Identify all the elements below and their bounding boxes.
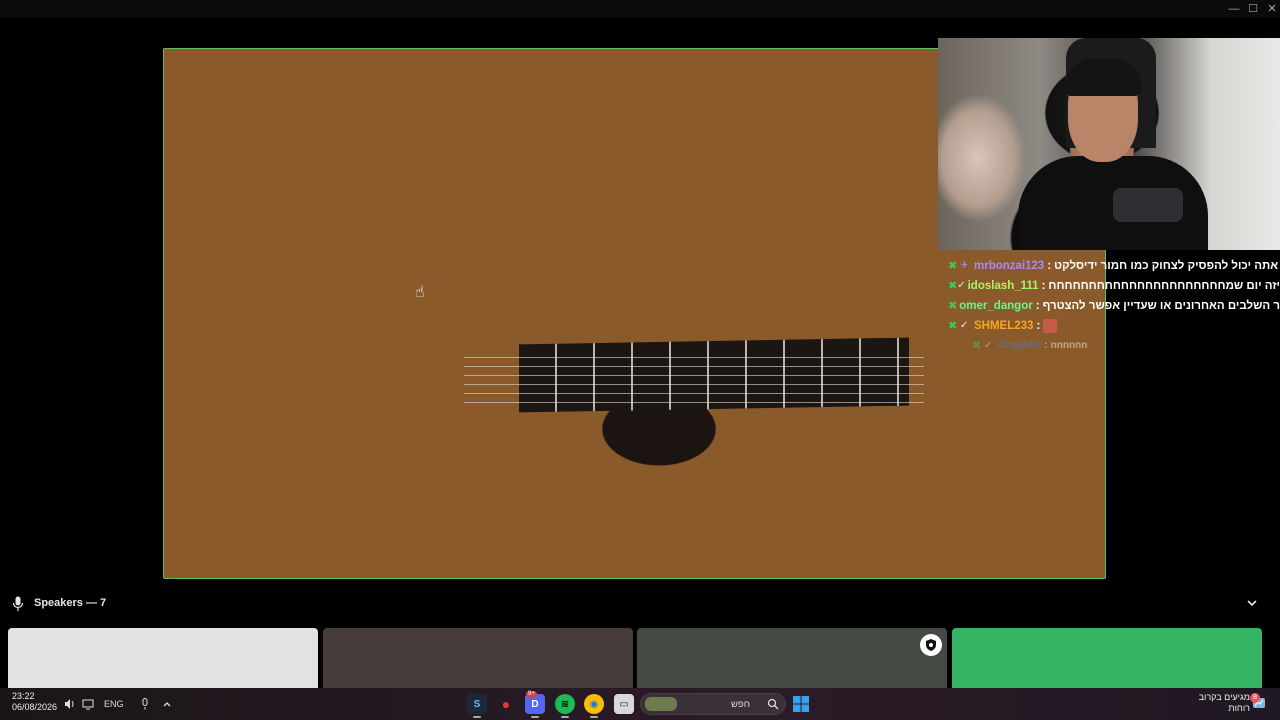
chat-text: גידו זה כבר השלבים האחרונים או שעדיין אפ… [1042,300,1280,312]
chat-message: ✖ ✓ SHMEL233 : [948,316,1280,336]
shield-icon[interactable] [920,634,942,656]
system-tray: ENG [64,688,172,720]
chat-username[interactable]: Chgjjhhh [998,336,1041,356]
maximize-button[interactable]: ☐ [1243,0,1263,18]
mod-badge-icon: ✖ [972,340,982,352]
hand-cursor-icon: ☝ [415,284,425,301]
mod-badge-icon: ✖ [948,320,958,332]
notification-count-badge: 8 [1250,693,1260,703]
discord-icon[interactable]: D [525,694,545,714]
clock-time: 23:22 [12,691,35,701]
volume-icon[interactable] [64,698,76,710]
chat-separator: : [1035,300,1040,312]
speaker-tile[interactable] [323,628,633,688]
mod-badge-icon: ✖ [948,300,958,312]
taskbar-clock[interactable]: 23:22 06/08/2026 [12,691,57,713]
webcam-headphones [1064,58,1142,96]
chat-username[interactable]: omer_dangor [959,296,1033,316]
speakers-label: Speakers — 7 [34,597,107,609]
chat-text: nnnnnn [1050,340,1088,351]
chat-message: ✖ ✓ Chgjjhhh : nnnnnn [972,336,1280,356]
windows-start-icon[interactable] [793,696,809,712]
spotify-icon[interactable]: ≋ [555,694,575,714]
chrome-icon[interactable]: ◉ [584,694,604,714]
sword-badge-icon: ✈ [960,260,969,271]
mod-badge-icon: ✖ [948,260,958,272]
chat-username[interactable]: mrbonzai123 [974,256,1044,276]
chat-text: איזה יום שמחחחחחחחחחחחחחחחחחחחחחח [1048,280,1280,292]
speaker-tile[interactable] [8,628,318,688]
minimize-button[interactable]: — [1224,0,1244,18]
speaker-tile-active[interactable] [952,628,1262,688]
weather-widget[interactable]: מגיעים בקרוב רוחות [1190,692,1250,714]
chat-username[interactable]: idoslash_111 [968,276,1039,296]
chat-text: אתה יכול להפסיק לצחוק כמו חמור ידיסלקט [1054,260,1279,272]
chat-overlay: ✖ ✈ mrbonzai123 : אתה יכול להפסיק לצחוק … [948,256,1280,356]
recorder-icon[interactable]: ● [496,694,516,714]
sword-badge-icon: ✓ [957,280,966,291]
search-placeholder: חפש [731,699,750,710]
search-box[interactable]: חפש [640,693,786,715]
weather-subtitle: רוחות [1228,703,1250,713]
chat-separator: : [1041,280,1046,292]
file-explorer-icon[interactable]: ▭ [614,694,634,714]
chevron-down-icon[interactable] [1244,595,1260,611]
speakers-header: Speakers — 7 [0,590,1280,618]
sword-badge-icon: ✓ [984,340,993,351]
chat-message: ✖ omer_dangor : גידו זה כבר השלבים האחרו… [948,296,1280,316]
close-button[interactable]: ✕ [1262,0,1280,18]
microphone-tray-icon[interactable] [140,698,150,710]
microphone-icon [12,596,24,611]
webcam-overlay [938,38,1280,250]
network-icon[interactable] [82,698,94,710]
title-bar: — ☐ ✕ [0,0,1280,18]
language-indicator[interactable]: ENG [104,699,124,709]
sword-badge-icon: ✓ [960,320,969,331]
taskbar: 23:22 06/08/2026 ENG S ● D 9+ ≋ ◉ ▭ חפש … [0,688,1280,720]
chat-username[interactable]: SHMEL233 [974,316,1033,336]
chat-message: ✖ ✓ idoslash_111 : איזה יום שמחחחחחחחחחח… [948,276,1280,296]
mod-badge-icon: ✖ [948,280,958,292]
search-highlight-image [645,697,677,711]
weather-title: מגיעים בקרוב [1198,692,1250,702]
clock-date: 06/08/2026 [12,702,58,712]
badge-count: 9+ [526,691,537,697]
guitar-strings [464,349,924,403]
webcam-microphone [1113,188,1183,222]
chat-message: ✖ ✈ mrbonzai123 : אתה יכול להפסיק לצחוק … [948,256,1280,276]
chevron-up-icon[interactable] [162,699,172,709]
search-icon [767,698,779,710]
speaker-tile[interactable] [637,628,947,688]
chat-separator: : [1044,340,1048,351]
chat-separator: : [1047,260,1052,272]
steam-icon[interactable]: S [467,694,487,714]
emote-icon [1043,319,1058,333]
chat-separator: : [1036,320,1041,332]
